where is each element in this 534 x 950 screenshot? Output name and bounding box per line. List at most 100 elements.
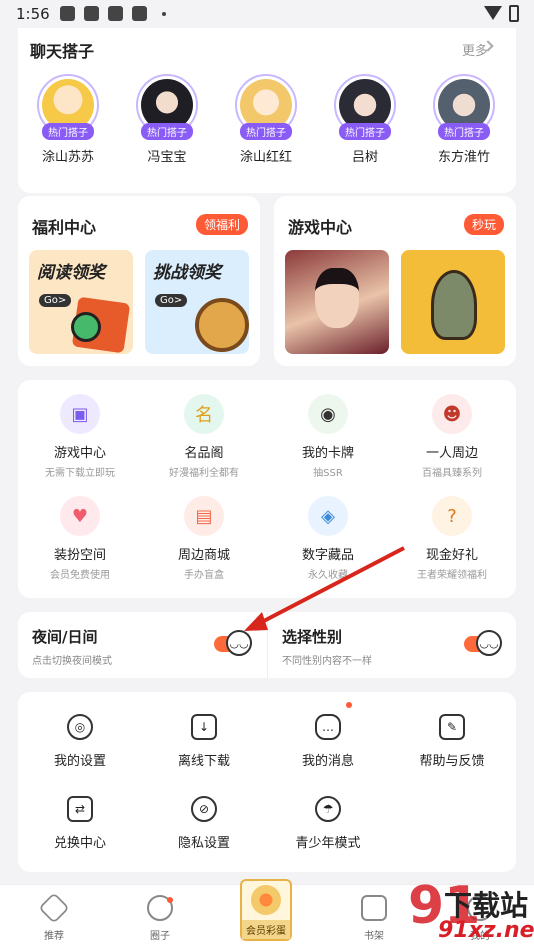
youth-mode-icon: ☂ — [315, 796, 341, 822]
menu-label: 隐私设置 — [177, 836, 230, 851]
feature-grid-card: ▣ 游戏中心 无需下载立即玩 名 名品阁 好漫福利全都有 ◉ 我的卡牌 抽SSR… — [18, 380, 516, 598]
night-mode-title: 夜间/日间 — [32, 628, 98, 646]
menu-label: 帮助与反馈 — [419, 754, 485, 769]
instant-play-button[interactable]: 秒玩 — [463, 214, 504, 235]
gender-row[interactable]: 选择性别 不同性别内容不一样 ◡◡ — [267, 612, 516, 678]
egg-icon — [251, 885, 281, 915]
game-thumbnail[interactable] — [285, 250, 389, 354]
gender-title: 选择性别 — [282, 628, 343, 646]
grid-label: 一人周边 — [425, 446, 478, 461]
grid-subtitle: 百福具臻系列 — [422, 468, 482, 479]
character-item[interactable]: 热门搭子 吕树 — [329, 74, 401, 165]
grid-item-shop[interactable]: ▤ 周边商城 手办盲盒 — [142, 496, 266, 581]
grid-item-cash-gift[interactable]: ? 现金好礼 王者荣耀领福利 — [390, 496, 514, 581]
tab-bookshelf[interactable]: 书架 — [344, 895, 404, 942]
avatar[interactable]: 热门搭子 — [37, 74, 99, 140]
menu-item-privacy[interactable]: ⊘ 隐私设置 — [142, 796, 266, 851]
menu-item-offline-download[interactable]: ↓ 离线下载 — [142, 714, 266, 769]
character-name: 涂山苏苏 — [41, 150, 94, 165]
grid-item-game-center[interactable]: ▣ 游戏中心 无需下载立即玩 — [18, 394, 142, 479]
message-icon: … — [315, 714, 341, 740]
feedback-icon: ✎ — [439, 714, 465, 740]
grid-label: 数字藏品 — [301, 548, 354, 563]
night-mode-subtitle: 点击切换夜间模式 — [32, 656, 112, 667]
gender-toggle[interactable]: ◡◡ — [464, 630, 502, 656]
hot-tag: 热门搭子 — [339, 123, 391, 140]
battery-icon — [509, 5, 519, 22]
grid-label: 我的卡牌 — [301, 446, 354, 461]
menu-label: 我的设置 — [53, 754, 106, 769]
menu-item-help-feedback[interactable]: ✎ 帮助与反馈 — [390, 714, 514, 769]
menu-item-messages[interactable]: … 我的消息 — [266, 714, 390, 769]
grid-item-merch[interactable]: ☻ 一人周边 百福具臻系列 — [390, 394, 514, 479]
grid-item-digital-collectibles[interactable]: ◈ 数字藏品 永久收藏 — [266, 496, 390, 581]
tab-recommend[interactable]: 推荐 — [24, 892, 84, 942]
game-character-image — [315, 268, 359, 328]
panda-card-icon: ◉ — [308, 394, 348, 434]
character-item[interactable]: 热门搭子 东方淮竹 — [428, 74, 500, 165]
brand-icon: 名 — [184, 394, 224, 434]
grid-subtitle: 永久收藏 — [308, 570, 348, 581]
settings-icon: ◎ — [67, 714, 93, 740]
night-mode-row[interactable]: 夜间/日间 点击切换夜间模式 ◡◡ — [18, 612, 267, 678]
grid-subtitle: 会员免费使用 — [50, 570, 110, 581]
avatar[interactable]: 热门搭子 — [136, 74, 198, 140]
privacy-icon: ⊘ — [191, 796, 217, 822]
grid-label: 现金好礼 — [425, 548, 478, 563]
character-item[interactable]: 热门搭子 冯宝宝 — [131, 74, 203, 165]
grid-label: 游戏中心 — [53, 446, 106, 461]
grid-item-dressup[interactable]: ♥ 装扮空间 会员免费使用 — [18, 496, 142, 581]
section-title: 游戏中心 — [288, 218, 353, 237]
notification-icon — [60, 6, 75, 21]
menu-item-youth-mode[interactable]: ☂ 青少年模式 — [266, 796, 390, 851]
game-thumbnail[interactable] — [401, 250, 505, 354]
game-center-card: 游戏中心 秒玩 — [274, 196, 516, 366]
game-character-image — [431, 270, 477, 340]
hot-tag: 热门搭子 — [141, 123, 193, 140]
night-mode-toggle[interactable]: ◡◡ — [214, 630, 252, 656]
tab-label: 推荐 — [44, 931, 64, 942]
character-name: 冯宝宝 — [147, 150, 187, 165]
download-icon: ↓ — [191, 714, 217, 740]
target-illustration — [71, 312, 101, 342]
wheel-illustration — [195, 298, 249, 352]
more-notifications-icon — [162, 12, 166, 16]
toggle-knob-face-icon: ◡◡ — [476, 630, 502, 656]
grid-subtitle: 抽SSR — [313, 468, 343, 479]
challenge-reward-banner[interactable]: 挑战领奖 Go> — [145, 250, 249, 354]
avatar[interactable]: 热门搭子 — [433, 74, 495, 140]
exchange-icon: ⇄ — [67, 796, 93, 822]
menu-item-exchange[interactable]: ⇄ 兑换中心 — [18, 796, 142, 851]
chat-partners-card: 聊天搭子 更多 热门搭子 涂山苏苏 热门搭子 冯宝宝 热门搭子 涂山红红 热门搭… — [18, 28, 516, 193]
hot-tag: 热门搭子 — [240, 123, 292, 140]
tab-vip-easter-egg[interactable]: 会员彩蛋 — [240, 879, 292, 941]
go-button[interactable]: Go> — [155, 294, 188, 307]
gender-subtitle: 不同性别内容不一样 — [282, 656, 372, 667]
notification-icon — [132, 6, 147, 21]
menu-item-settings[interactable]: ◎ 我的设置 — [18, 714, 142, 769]
grid-subtitle: 手办盲盒 — [184, 570, 224, 581]
menu-label: 我的消息 — [301, 754, 354, 769]
get-welfare-button[interactable]: 领福利 — [195, 214, 248, 235]
tab-label: 书架 — [364, 931, 384, 942]
character-item[interactable]: 热门搭子 涂山苏苏 — [32, 74, 104, 165]
promo-title: 挑战领奖 — [153, 263, 221, 283]
character-item[interactable]: 热门搭子 涂山红红 — [230, 74, 302, 165]
status-time: 1:56 — [16, 5, 50, 23]
avatar[interactable]: 热门搭子 — [334, 74, 396, 140]
grid-item-brand[interactable]: 名 名品阁 好漫福利全都有 — [142, 394, 266, 479]
shop-icon: ▤ — [184, 496, 224, 536]
reading-reward-banner[interactable]: 阅读领奖 Go> — [29, 250, 133, 354]
notification-icon — [108, 6, 123, 21]
tab-circle[interactable]: 圈子 — [130, 895, 190, 942]
avatar[interactable]: 热门搭子 — [235, 74, 297, 140]
character-name: 东方淮竹 — [437, 150, 490, 165]
section-title: 福利中心 — [32, 218, 97, 237]
character-name: 涂山红红 — [239, 150, 292, 165]
grid-item-my-cards[interactable]: ◉ 我的卡牌 抽SSR — [266, 394, 390, 479]
menu-label: 青少年模式 — [295, 836, 361, 851]
menu-label: 离线下载 — [177, 754, 230, 769]
welfare-center-card: 福利中心 领福利 阅读领奖 Go> 挑战领奖 Go> — [18, 196, 260, 366]
go-button[interactable]: Go> — [39, 294, 72, 307]
star-icon — [38, 892, 70, 924]
